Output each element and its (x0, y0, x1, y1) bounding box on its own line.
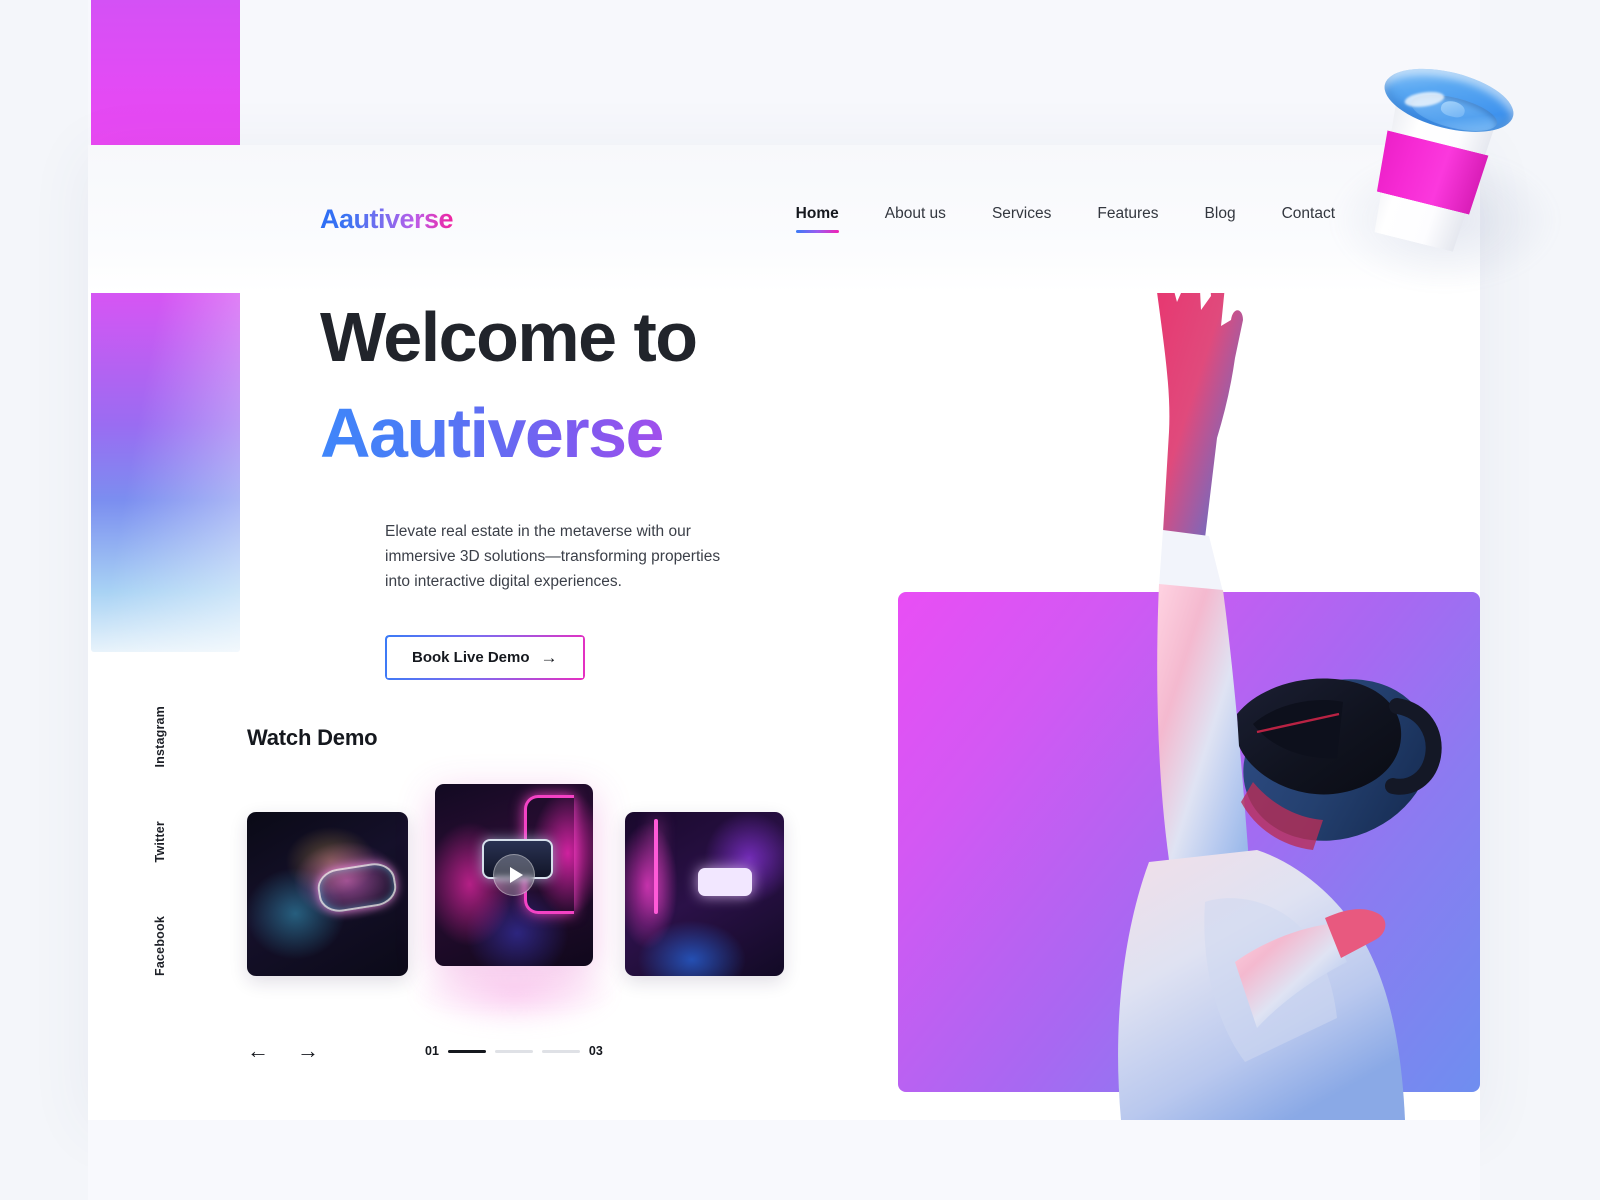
brand-logo[interactable]: Aautiverse (320, 204, 454, 235)
arrow-right-icon: → (540, 647, 558, 667)
carousel-progress: 01 03 (425, 1044, 603, 1058)
social-link-twitter[interactable]: Twitter (153, 821, 167, 862)
social-link-facebook[interactable]: Facebook (153, 916, 167, 976)
play-icon[interactable] (493, 854, 535, 896)
hero-vr-person-image (1085, 262, 1485, 1120)
demo-thumbnail-2[interactable] (435, 784, 593, 966)
demo-thumbnail-3[interactable] (625, 812, 784, 976)
carousel-total-count: 03 (588, 1044, 603, 1058)
hero-content: Welcome to Aautiverse Elevate real estat… (320, 298, 840, 680)
play-triangle (509, 867, 523, 883)
demo-thumbnail-list (247, 784, 787, 1029)
thumbnail-image-1 (247, 812, 408, 976)
site-header: Aautiverse Home About us Services Featur… (88, 145, 1480, 293)
thumbnail-image-3 (625, 812, 784, 976)
carousel-segment-2[interactable] (494, 1049, 533, 1053)
page-bottom-area (88, 1120, 1480, 1200)
arrow-left-icon[interactable]: ← (247, 1040, 269, 1062)
nav-active-underline (795, 230, 839, 233)
nav-item-home[interactable]: Home (795, 205, 839, 233)
watch-demo-heading: Watch Demo (247, 725, 378, 750)
hero-title-line-1: Welcome to (320, 298, 698, 376)
nav-label: Home (795, 205, 839, 222)
demo-thumbnail-1[interactable] (247, 812, 408, 976)
thumbnail-glow (412, 959, 617, 1029)
cta-label: Book Live Demo (412, 648, 530, 666)
book-live-demo-button[interactable]: Book Live Demo → (385, 634, 585, 680)
nav-item-blog[interactable]: Blog (1205, 205, 1236, 233)
carousel-current-index: 01 (425, 1044, 439, 1058)
social-links-rail: Instagram Twitter Facebook (140, 706, 180, 976)
social-link-instagram[interactable]: Instagram (153, 706, 167, 768)
hero-subtitle: Elevate real estate in the metaverse wit… (385, 523, 721, 591)
carousel-segment-3[interactable] (541, 1049, 580, 1053)
carousel-controls: ← → 01 03 (247, 1040, 603, 1066)
nav-item-services[interactable]: Services (992, 205, 1051, 233)
nav-item-features[interactable]: Features (1097, 205, 1158, 233)
hero-title-line-2: Aautiverse (320, 395, 840, 472)
arrow-right-icon[interactable]: → (297, 1040, 319, 1062)
main-nav: Home About us Services Features Blog Con… (795, 205, 1335, 233)
carousel-segment-1[interactable] (447, 1049, 486, 1053)
nav-item-about-us[interactable]: About us (885, 205, 946, 233)
carousel-arrows: ← → (247, 1040, 319, 1062)
nav-item-contact[interactable]: Contact (1282, 205, 1335, 233)
page-root: Aautiverse Home About us Services Featur… (0, 0, 1600, 1200)
gradient-bar-top (91, 0, 240, 147)
